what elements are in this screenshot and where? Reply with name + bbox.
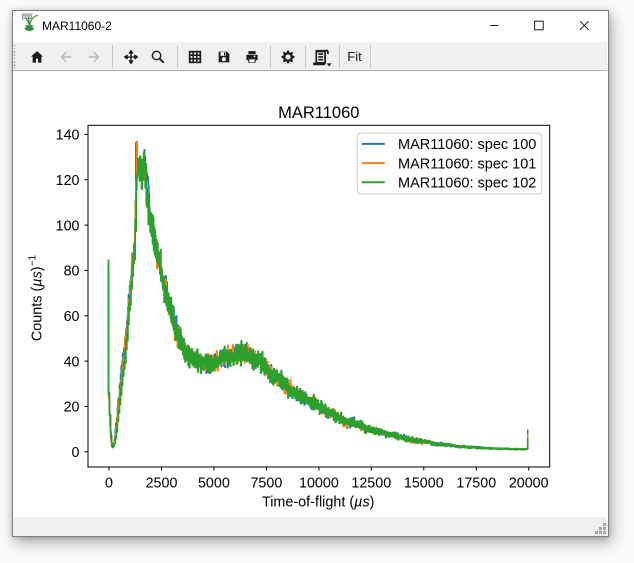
svg-text:140: 140 [56, 128, 80, 144]
svg-text:20000: 20000 [509, 476, 549, 492]
svg-text:Time-of-flight (µs): Time-of-flight (µs) [262, 494, 375, 510]
svg-text:12500: 12500 [351, 476, 391, 492]
svg-text:MAR11060: spec 100: MAR11060: spec 100 [398, 137, 536, 153]
svg-text:0: 0 [105, 476, 113, 492]
svg-text:80: 80 [64, 264, 80, 280]
svg-text:2500: 2500 [146, 476, 178, 492]
svg-text:15000: 15000 [404, 476, 444, 492]
svg-text:Counts (µs)−1: Counts (µs)−1 [27, 255, 45, 342]
svg-text:MAR11060: MAR11060 [278, 104, 359, 122]
svg-text:MAR11060: spec 102: MAR11060: spec 102 [398, 176, 536, 192]
svg-text:120: 120 [56, 173, 80, 189]
svg-text:0: 0 [72, 445, 80, 461]
svg-text:MAR11060: spec 101: MAR11060: spec 101 [398, 156, 536, 172]
svg-text:20: 20 [64, 400, 80, 416]
svg-text:60: 60 [64, 309, 80, 325]
svg-text:40: 40 [64, 354, 80, 370]
svg-text:17500: 17500 [456, 476, 496, 492]
svg-text:5000: 5000 [198, 476, 230, 492]
svg-text:7500: 7500 [250, 476, 282, 492]
svg-text:10000: 10000 [299, 476, 339, 492]
svg-text:100: 100 [56, 218, 80, 234]
